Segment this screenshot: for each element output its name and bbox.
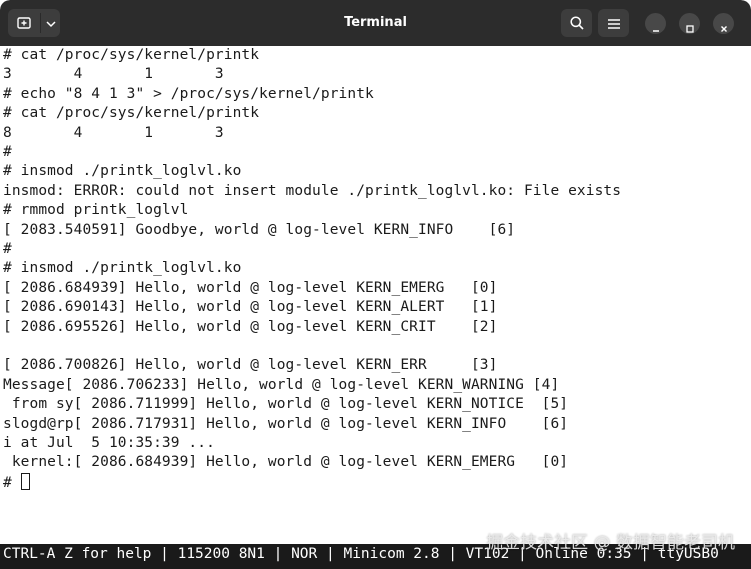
- terminal-line: [ 2086.700826] Hello, world @ log-level …: [3, 357, 498, 374]
- title-bar: Terminal: [0, 0, 751, 46]
- terminal-line: #: [3, 241, 12, 257]
- terminal-prompt-line[interactable]: #: [3, 472, 30, 492]
- terminal-line: kernel:[ 2086.684939] Hello, world @ log…: [3, 454, 569, 471]
- maximize-icon[interactable]: [685, 19, 695, 33]
- shell-prompt: #: [3, 474, 21, 491]
- watermark: 掘金技术社区 @ 数据智能老司机: [486, 533, 735, 553]
- terminal-line: Message[ 2086.706233] Hello, world @ log…: [3, 376, 560, 393]
- terminal-line: [ 2086.690143] Hello, world @ log-level …: [3, 299, 498, 316]
- terminal-line: insmod: ERROR: could not insert module .…: [3, 182, 622, 199]
- terminal-line: # insmod ./printk_loglvl.ko: [3, 260, 242, 277]
- terminal-line: 3 4 1 3: [3, 66, 224, 83]
- maximize-button[interactable]: [679, 13, 700, 34]
- minimize-button[interactable]: [645, 13, 666, 34]
- terminal-line: # insmod ./printk_loglvl.ko: [3, 163, 242, 180]
- terminal-line: # echo "8 4 1 3" > /proc/sys/kernel/prin…: [3, 85, 374, 102]
- terminal-line: 8 4 1 3: [3, 124, 224, 141]
- minimize-icon[interactable]: [651, 19, 661, 32]
- hamburger-menu-icon[interactable]: [607, 16, 621, 30]
- window-title: Terminal: [344, 15, 407, 30]
- terminal-line: [ 2086.684939] Hello, world @ log-level …: [3, 279, 498, 296]
- search-icon[interactable]: [569, 15, 585, 31]
- terminal-window: Terminal # cat /proc/sys/kernel/printk 3…: [0, 0, 751, 569]
- text-cursor: [20, 472, 30, 490]
- terminal-line: slogd@rp[ 2086.717931] Hello, world @ lo…: [3, 415, 569, 432]
- terminal-line: # rmmod printk_loglvl: [3, 202, 189, 219]
- terminal-line: [ 2086.695526] Hello, world @ log-level …: [3, 318, 498, 335]
- terminal-line: # cat /proc/sys/kernel/printk: [3, 105, 260, 122]
- menu-button[interactable]: [598, 9, 629, 37]
- close-button[interactable]: [713, 13, 734, 34]
- close-icon[interactable]: [719, 19, 729, 32]
- terminal-line: [ 2083.540591] Goodbye, world @ log-leve…: [3, 221, 516, 238]
- terminal-line: i at Jul 5 10:35:39 ...: [3, 435, 215, 451]
- terminal-output[interactable]: # cat /proc/sys/kernel/printk 3 4 1 3 # …: [3, 46, 748, 544]
- terminal-line: #: [3, 144, 12, 160]
- search-button[interactable]: [561, 9, 592, 37]
- terminal-line: from sy[ 2086.711999] Hello, world @ log…: [3, 396, 569, 413]
- terminal-line: # cat /proc/sys/kernel/printk: [3, 47, 260, 63]
